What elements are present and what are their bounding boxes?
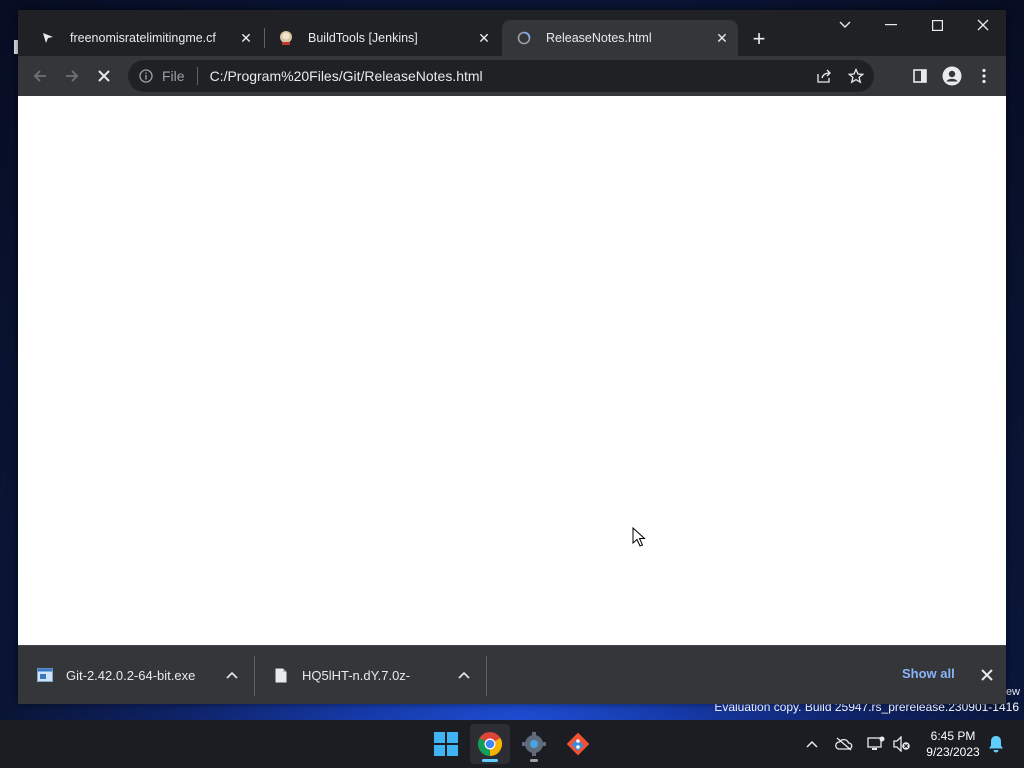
settings-taskbar-app[interactable] [514,724,554,764]
page-loading-favicon [516,30,532,46]
installer-icon [36,666,54,684]
show-all-downloads-button[interactable]: Show all [902,666,955,681]
tab-freenom[interactable]: freenomisratelimitingme.cf ✕ [26,20,262,56]
page-content[interactable] [18,96,1006,645]
chrome-icon [477,732,503,756]
cursor-favicon [40,30,56,46]
git-taskbar-app[interactable] [558,724,598,764]
tab-release-notes[interactable]: ReleaseNotes.html ✕ [502,20,738,56]
gear-icon [522,732,546,756]
download-divider [486,656,487,696]
onedrive-offline-icon[interactable] [834,734,854,754]
download-item-file[interactable]: HQ5lHT-n.dY.7.0z- [254,654,486,696]
download-filename: HQ5lHT-n.dY.7.0z- [302,667,411,683]
bookmark-star-icon[interactable] [842,62,870,90]
clock-date: 9/23/2023 [926,745,980,759]
running-app-indicator [530,759,538,762]
file-icon [272,666,290,684]
windows-logo-icon [434,732,458,756]
active-app-indicator [482,759,498,762]
maximize-button[interactable] [914,10,960,40]
close-download-shelf-icon[interactable] [976,664,998,686]
git-icon [566,732,590,756]
desktop-side-text: ew [1005,686,1020,698]
tab-title: BuildTools [Jenkins] [308,31,418,45]
menu-kebab-icon[interactable] [970,62,998,90]
close-window-button[interactable] [960,10,1006,40]
tab-title: freenomisratelimitingme.cf [70,31,216,45]
tab-title: ReleaseNotes.html [546,31,652,45]
scheme-label: File [162,68,185,84]
back-button[interactable] [26,62,54,90]
chrome-taskbar-app[interactable] [470,724,510,764]
mouse-pointer-icon [632,527,646,547]
profile-avatar-button[interactable] [938,62,966,90]
speaker-muted-icon[interactable] [892,734,912,754]
side-panel-button[interactable] [906,62,934,90]
jenkins-favicon [278,30,294,46]
close-tab-icon[interactable]: ✕ [474,28,494,48]
tab-strip: freenomisratelimitingme.cf ✕ BuildTools … [18,10,1006,56]
tab-search-button[interactable] [822,10,868,40]
notification-bell-icon[interactable] [986,734,1006,754]
taskbar: 6:45 PM 9/23/2023 [0,720,1024,768]
forward-button[interactable] [58,62,86,90]
download-item-git[interactable]: Git-2.42.0.2-64-bit.exe [18,654,254,696]
minimize-button[interactable] [868,10,914,40]
show-hidden-icons-chevron-icon[interactable] [802,734,822,754]
chevron-up-icon[interactable] [452,663,476,687]
download-filename: Git-2.42.0.2-64-bit.exe [66,667,196,683]
tab-jenkins[interactable]: BuildTools [Jenkins] ✕ [264,20,500,56]
download-shelf: Git-2.42.0.2-64-bit.exe HQ5lHT-n.dY.7.0z… [18,645,1006,704]
url-text[interactable]: C:/Program%20Files/Git/ReleaseNotes.html [210,68,810,84]
address-bar[interactable]: File C:/Program%20Files/Git/ReleaseNotes… [128,60,874,92]
info-icon[interactable] [138,68,154,84]
start-button[interactable] [426,724,466,764]
taskbar-clock[interactable]: 6:45 PM 9/23/2023 [920,728,986,760]
close-tab-icon[interactable]: ✕ [712,28,732,48]
clock-time: 6:45 PM [930,729,976,743]
stop-loading-button[interactable] [90,62,118,90]
chevron-up-icon[interactable] [220,663,244,687]
network-monitor-icon[interactable] [866,734,886,754]
omnibox-divider [196,67,198,85]
close-tab-icon[interactable]: ✕ [236,28,256,48]
browser-toolbar: File C:/Program%20Files/Git/ReleaseNotes… [18,56,1006,96]
new-tab-button[interactable]: + [746,26,772,52]
share-icon[interactable] [810,62,838,90]
browser-window: freenomisratelimitingme.cf ✕ BuildTools … [18,10,1006,704]
